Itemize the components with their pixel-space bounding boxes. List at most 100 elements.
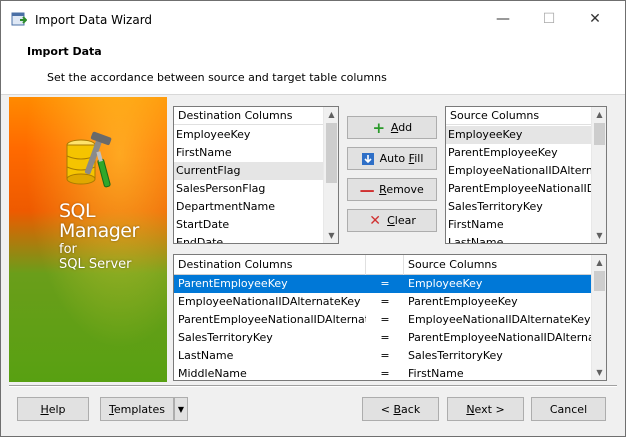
clear-button[interactable]: ✕ Clear [347,209,437,232]
mapping-dest-cell: ParentEmployeeNationalIDAlternateKey [178,313,366,326]
mapping-src-cell: ParentEmployeeNationalIDAlternateKey [408,331,592,344]
add-label: Add [390,121,413,134]
next-button[interactable]: Next > [447,397,524,421]
source-column-item[interactable]: LastName [446,234,592,243]
mapping-row[interactable]: ParentEmployeeNationalIDAlternateKey = E… [174,311,592,329]
scroll-up-arrow-icon[interactable]: ▲ [592,255,606,270]
scroll-thumb[interactable] [594,271,605,291]
footer-divider [9,385,617,387]
destination-column-item[interactable]: FirstName [174,144,324,162]
mapping-src-cell: EmployeeKey [408,277,483,290]
mapping-header-equals[interactable] [366,255,404,275]
destination-column-item[interactable]: SalesPersonFlag [174,180,324,198]
destination-column-item[interactable]: StartDate [174,216,324,234]
mapping-eq-cell: = [380,313,390,326]
plus-icon: + [372,118,386,137]
templates-label: Templates [109,402,165,416]
mapping-row[interactable]: EmployeeNationalIDAlternateKey = ParentE… [174,293,592,311]
scroll-thumb[interactable] [326,123,337,183]
banner-line-1: SQL [59,200,96,222]
scroll-down-arrow-icon[interactable]: ▼ [592,228,606,243]
mapping-dest-cell: LastName [178,349,234,362]
destination-column-item-selected[interactable]: CurrentFlag [174,162,324,180]
destination-column-item[interactable]: EmployeeKey [174,126,324,144]
source-column-item[interactable]: EmployeeNationalIDAlternateKey [446,162,592,180]
database-tools-logo-icon [66,131,112,188]
x-icon: ✕ [369,212,381,229]
mapping-row[interactable]: SalesTerritoryKey = ParentEmployeeNation… [174,329,592,347]
product-banner: SQL Manager for SQL Server [9,97,167,382]
window-title: Import Data Wizard [35,13,153,27]
chevron-down-icon: ▼ [177,404,185,414]
cancel-button[interactable]: Cancel [531,397,606,421]
source-column-item[interactable]: SalesTerritoryKey [446,198,592,216]
source-columns-list[interactable]: Source Columns EmployeeKey ParentEmploye… [445,106,607,244]
wizard-header: Import Data Set the accordance between s… [1,37,625,95]
mapping-row-selected[interactable]: ParentEmployeeKey = EmployeeKey [174,275,592,293]
mapping-src-cell: SalesTerritoryKey [408,349,503,362]
destination-columns-list[interactable]: Destination Columns EmployeeKey FirstNam… [173,106,339,244]
close-button[interactable]: ✕ [573,1,617,37]
mapping-row[interactable]: MiddleName = FirstName [174,365,592,380]
source-column-item[interactable]: FirstName [446,216,592,234]
source-list-scrollbar[interactable]: ▲ ▼ [591,107,606,243]
back-button[interactable]: < Back [362,397,439,421]
destination-columns-header: Destination Columns [174,107,324,125]
help-label: Help [40,402,66,416]
mapping-dest-cell: ParentEmployeeKey [178,277,288,290]
next-label: Next > [466,402,505,416]
add-button[interactable]: + Add [347,116,437,139]
column-mapping-grid[interactable]: Destination Columns Source Columns Paren… [173,254,607,381]
mapping-grid-scrollbar[interactable]: ▲ ▼ [591,255,606,380]
import-data-wizard-window: Import Data Wizard — ☐ ✕ Import Data Set… [0,0,626,437]
mapping-row[interactable]: LastName = SalesTerritoryKey [174,347,592,365]
autofill-icon [361,152,374,165]
mapping-src-cell: ParentEmployeeKey [408,295,518,308]
mapping-header-source[interactable]: Source Columns [404,255,592,275]
mapping-eq-cell: = [380,277,390,290]
scroll-thumb[interactable] [594,123,605,145]
scroll-up-arrow-icon[interactable]: ▲ [324,107,338,122]
scroll-down-arrow-icon[interactable]: ▼ [592,365,606,380]
mapping-src-cell: FirstName [408,367,464,380]
source-column-item[interactable]: ParentEmployeeKey [446,144,592,162]
auto-fill-label: Auto Fill [379,152,424,165]
source-column-item[interactable]: ParentEmployeeNationalIDAlternateKey [446,180,592,198]
title-bar: Import Data Wizard — ☐ ✕ [1,1,625,37]
minimize-button[interactable]: — [481,1,525,37]
mapping-dest-cell: SalesTerritoryKey [178,331,273,344]
import-wizard-app-icon [11,12,27,26]
mapping-grid-header: Destination Columns Source Columns [174,255,592,275]
mapping-eq-cell: = [380,331,390,344]
back-label: < Back [380,402,421,416]
scroll-up-arrow-icon[interactable]: ▲ [592,107,606,122]
auto-fill-button[interactable]: Auto Fill [347,147,437,170]
mapping-dest-cell: MiddleName [178,367,247,380]
source-column-item-selected[interactable]: EmployeeKey [446,126,592,144]
maximize-button[interactable]: ☐ [527,1,571,37]
templates-button[interactable]: Templates [100,397,174,421]
banner-product-name: SQL Manager for SQL Server [59,201,139,272]
mapping-eq-cell: = [380,349,390,362]
banner-line-3: for [59,242,77,257]
destination-column-item[interactable]: EndDate [174,234,324,243]
banner-line-4: SQL Server [59,257,132,272]
mapping-eq-cell: = [380,295,390,308]
minus-icon: — [359,180,375,199]
page-title: Import Data [27,45,102,58]
remove-label: Remove [379,183,424,196]
destination-list-scrollbar[interactable]: ▲ ▼ [323,107,338,243]
help-button[interactable]: Help [17,397,89,421]
mapping-eq-cell: = [380,367,390,380]
remove-button[interactable]: — Remove [347,178,437,201]
mapping-header-destination[interactable]: Destination Columns [174,255,366,275]
banner-line-2: Manager [59,220,139,242]
page-subtitle: Set the accordance between source and ta… [47,71,387,84]
clear-label: Clear [387,214,416,227]
mapping-dest-cell: EmployeeNationalIDAlternateKey [178,295,361,308]
templates-dropdown-button[interactable]: ▼ [174,397,188,421]
source-columns-header: Source Columns [446,107,592,125]
scroll-down-arrow-icon[interactable]: ▼ [324,228,338,243]
mapping-src-cell: EmployeeNationalIDAlternateKey [408,313,591,326]
destination-column-item[interactable]: DepartmentName [174,198,324,216]
